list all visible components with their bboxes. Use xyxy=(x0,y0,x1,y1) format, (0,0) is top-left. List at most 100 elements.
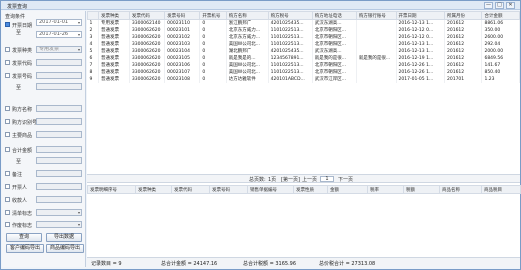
list-flag-checkbox[interactable] xyxy=(5,210,10,215)
table-cell: 北京市朝阳区... xyxy=(312,61,357,69)
table-row[interactable]: 6 普通发票 3300062620 00023105 0 就是我是的... 12345678… xyxy=(87,54,520,62)
invoice-column-header[interactable]: 所属月份 xyxy=(443,11,483,20)
payee-checkbox[interactable] xyxy=(5,197,10,202)
table-cell: 2016-12-13 1... xyxy=(396,47,445,55)
detail-column-header[interactable]: 税率 xyxy=(367,185,404,194)
calendar-dropdown-icon[interactable]: ▾ xyxy=(78,32,80,37)
issuer-checkbox[interactable] xyxy=(5,184,10,189)
table-row[interactable]: 3 普通发票 3300062620 00023102 0 北京东方威力... 1101022… xyxy=(87,33,520,41)
date-to-input[interactable]: 2017-01-26 ▾ xyxy=(36,31,82,38)
query-button[interactable]: 查询 xyxy=(6,233,42,242)
void-flag-checkbox[interactable] xyxy=(5,222,10,227)
issuer-input[interactable] xyxy=(36,183,82,190)
goods-name-checkbox[interactable] xyxy=(5,132,10,137)
invoice-column-header[interactable]: 开票机号 xyxy=(199,11,227,20)
open-date-checkbox[interactable] xyxy=(5,22,10,27)
table-cell: 201612 xyxy=(444,19,483,27)
invoice-code-checkbox[interactable] xyxy=(5,60,10,65)
close-button[interactable]: ✕ xyxy=(506,2,515,9)
goods-name-input[interactable] xyxy=(36,131,82,138)
list-flag-select[interactable]: ▾ xyxy=(36,209,82,216)
table-row[interactable]: 7 普通发票 3300062620 00023106 0 美国W公司北... 1101022… xyxy=(87,61,520,69)
table-row[interactable]: 8 普通发票 3300062620 00023107 0 美国W公司北... 1101022… xyxy=(87,68,520,76)
invoice-no-from-input[interactable] xyxy=(36,72,82,79)
invoice-column-header[interactable]: 购方银行账号 xyxy=(355,11,397,20)
invoice-column-header[interactable] xyxy=(86,11,100,20)
export-goods-code-button[interactable]: 商品编码导出 xyxy=(46,244,84,253)
table-cell: 00023104 xyxy=(164,47,201,55)
total-amount-from-input[interactable] xyxy=(36,146,82,153)
invoice-column-header[interactable]: 购方税号 xyxy=(267,11,313,20)
table-cell xyxy=(356,33,397,41)
buyer-tax-checkbox[interactable] xyxy=(5,119,10,124)
detail-column-header[interactable]: 发票种类 xyxy=(135,185,172,194)
table-cell: 7 xyxy=(87,61,100,69)
detail-column-header[interactable]: 税额 xyxy=(403,185,440,194)
table-cell: 3300062620 xyxy=(129,26,166,34)
invoice-no-checkbox[interactable] xyxy=(5,73,10,78)
calendar-dropdown-icon[interactable]: ▾ xyxy=(78,20,80,25)
invoice-column-header[interactable]: 发票代码 xyxy=(128,11,166,20)
invoice-column-header[interactable]: 开票日期 xyxy=(395,11,445,20)
table-cell: 北京市朝阳区... xyxy=(312,68,357,76)
total-pages-value: 1页 xyxy=(268,177,277,183)
invoice-no-to-input[interactable] xyxy=(36,83,82,90)
table-cell: 201612 xyxy=(444,40,483,48)
invoice-column-header[interactable]: 发票种类 xyxy=(98,11,130,20)
buyer-name-checkbox[interactable] xyxy=(5,106,10,111)
detail-table[interactable]: 发票明细序号 发票种类 发票代码 发票号码 销售单据编号 发票性质 金额 税率 税额 商品名称 商品… xyxy=(87,185,521,194)
total-amount-checkbox[interactable] xyxy=(5,147,10,152)
buyer-name-label: 购方名称 xyxy=(12,107,33,113)
export-data-button[interactable]: 导出数据 xyxy=(46,233,82,242)
invoice-column-header[interactable]: 购方名称 xyxy=(225,11,269,20)
void-flag-select[interactable]: ▾ xyxy=(36,221,82,228)
maximize-button[interactable]: □ xyxy=(495,2,504,9)
minimize-button[interactable]: — xyxy=(484,2,493,9)
detail-column-header[interactable]: 金额 xyxy=(327,185,368,194)
invoice-type-checkbox[interactable] xyxy=(5,47,10,52)
invoice-column-header[interactable]: 购方地址电话 xyxy=(311,11,357,20)
prev-page-link[interactable]: 上一页 xyxy=(302,176,317,183)
table-cell: 2017-01-05 1... xyxy=(396,75,445,83)
page-number-input[interactable]: 1 xyxy=(320,176,334,182)
total-pages-prefix: 总页数: xyxy=(249,177,266,183)
table-row[interactable]: 4 普通发票 3300062620 00023103 0 美国W公司北... 1101022… xyxy=(87,40,520,48)
buyer-name-input[interactable] xyxy=(36,105,82,112)
remark-input[interactable] xyxy=(36,170,82,177)
detail-column-header[interactable]: 发票性质 xyxy=(293,185,328,194)
remark-checkbox[interactable] xyxy=(5,171,10,176)
table-row[interactable]: 9 普通发票 3300062620 00023108 0 达方达雅软件 420101ABCD… xyxy=(87,75,520,83)
issuer-label: 开票人 xyxy=(12,185,28,191)
invoice-type-select[interactable]: 专用发票 ▾ xyxy=(36,46,82,53)
invoice-column-header[interactable]: 发票号码 xyxy=(164,11,201,20)
table-cell: 201612 xyxy=(444,47,483,55)
invoice-column-header[interactable]: 合计金额 xyxy=(481,11,520,20)
table-cell: 4 xyxy=(87,40,100,48)
table-cell: 6849.56 xyxy=(481,54,520,62)
table-cell: 北京市朝阳区... xyxy=(312,26,357,34)
table-cell: 201701 xyxy=(444,75,483,83)
detail-column-header[interactable]: 发票号码 xyxy=(209,185,248,194)
detail-column-header[interactable]: 销售单据编号 xyxy=(247,185,294,194)
next-page-link[interactable]: 下一页 xyxy=(338,176,353,183)
detail-column-header[interactable]: 商品名称 xyxy=(439,185,482,194)
table-cell: 就是我的是很... xyxy=(312,54,357,62)
table-cell: 0 xyxy=(199,26,227,34)
detail-column-header[interactable]: 发票明细序号 xyxy=(87,185,136,194)
invoice-code-input[interactable] xyxy=(36,59,82,66)
detail-column-header[interactable]: 发票代码 xyxy=(171,185,210,194)
table-cell: 2016-12-12 0... xyxy=(396,33,445,41)
date-from-input[interactable]: 2017-01-01 ▾ xyxy=(36,19,82,26)
buyer-tax-input[interactable] xyxy=(36,118,82,125)
table-cell: 普通发票 xyxy=(98,61,130,69)
table-cell: 专用发票 xyxy=(98,19,130,27)
first-page-link[interactable]: [第一页] xyxy=(281,176,300,183)
invoice-table[interactable]: 发票种类 发票代码 发票号码 开票机号 购方名称 购方税号 购方地址电话 购方银行账号 开票日期… xyxy=(86,11,520,83)
total-amount-to-input[interactable] xyxy=(36,157,82,164)
table-row[interactable]: 5 普通发票 3300062620 00023104 0 湖北鹏邦广 4201025435.… xyxy=(87,47,520,55)
payee-input[interactable] xyxy=(36,196,82,203)
export-customer-code-button[interactable]: 客户编码导出 xyxy=(6,244,44,253)
table-row[interactable]: 2 普通发票 3300062620 00023101 0 北京东方威力... 1101022… xyxy=(87,26,520,34)
detail-column-header[interactable]: 商品税目 xyxy=(481,185,521,194)
table-row[interactable]: 1 专用发票 3300062140 00023110 0 浙江鹏邦广 4201025435.… xyxy=(87,19,520,27)
